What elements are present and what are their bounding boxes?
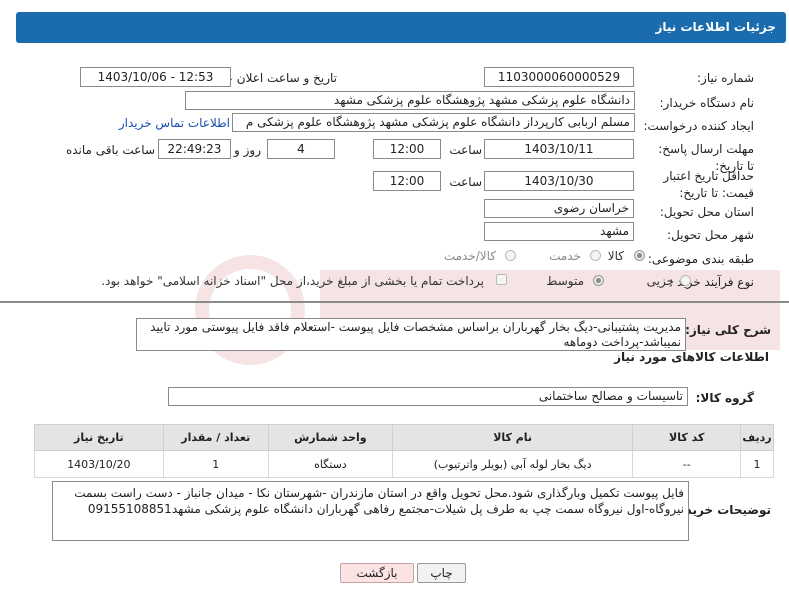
cell-need-date: 1403/10/20	[34, 450, 164, 478]
category-radio-goods[interactable]	[634, 250, 645, 261]
col-quantity: تعداد / مقدار	[162, 424, 269, 451]
deadline-date-field: 1403/10/11	[484, 139, 634, 159]
col-unit: واحد شمارش	[267, 424, 393, 451]
page-header: جزئیات اطلاعات نیاز	[16, 12, 786, 43]
price-validity-time-label: ساعت	[449, 175, 482, 189]
process-option-minor: جزیی	[646, 274, 674, 288]
col-need-date: تاریخ نیاز	[34, 424, 164, 451]
need-number-field: 1103000060000529	[484, 67, 634, 87]
goods-table: ردیف کد کالا نام کالا واحد شمارش تعداد /…	[34, 424, 774, 478]
province-label: استان محل تحویل:	[659, 205, 754, 219]
category-label: طبقه بندی موضوعی:	[647, 252, 754, 266]
section-divider	[0, 301, 789, 303]
price-validity-date-field: 1403/10/30	[484, 171, 634, 191]
price-validity-time-field: 12:00	[373, 171, 441, 191]
back-button[interactable]: بازگشت	[340, 563, 414, 583]
treasury-payment-checkbox[interactable]	[496, 274, 507, 285]
goods-group-field: تاسیسات و مصالح ساختمانی	[168, 387, 688, 406]
col-code: کد کالا	[632, 424, 742, 451]
category-radio-goods-service[interactable]	[505, 250, 516, 261]
deadline-time-label: ساعت	[449, 143, 482, 157]
price-validity-label: حداقل تاریخ اعتبار قیمت: تا تاریخ:	[663, 169, 754, 200]
announce-date-field: 1403/10/06 - 12:53	[80, 67, 231, 87]
buyer-org-label: نام دستگاه خریدار:	[659, 96, 755, 110]
cell-quantity: 1	[162, 450, 269, 478]
goods-group-label: گروه کالا:	[695, 391, 754, 405]
creator-field: مسلم اربابی کارپرداز دانشگاه علوم پزشکی …	[232, 113, 635, 132]
need-number-label: شماره نیاز:	[697, 71, 754, 85]
page-title: جزئیات اطلاعات نیاز	[655, 20, 776, 34]
goods-table-header: ردیف کد کالا نام کالا واحد شمارش تعداد /…	[34, 424, 774, 451]
print-button[interactable]: چاپ	[417, 563, 466, 583]
creator-label: ایجاد کننده درخواست:	[643, 119, 754, 133]
category-radio-service[interactable]	[590, 250, 601, 261]
process-radio-medium[interactable]	[593, 275, 604, 286]
need-summary-label: شرح کلی نیاز:	[685, 323, 771, 337]
table-row: 1 -- دیگ بخار لوله آبی (بویلر واترتیوب) …	[34, 450, 774, 478]
remaining-time-field: 22:49:23	[158, 139, 231, 159]
col-row: ردیف	[740, 424, 774, 451]
category-option-service: خدمت	[549, 249, 581, 263]
city-label: شهر محل تحویل:	[667, 228, 754, 242]
process-option-medium: متوسط	[546, 274, 584, 288]
province-field: خراسان رضوی	[484, 199, 634, 218]
category-option-goods-service: کالا/خدمت	[443, 249, 496, 263]
goods-section-title: اطلاعات کالاهای مورد نیاز	[614, 350, 769, 364]
buyer-org-field: دانشگاه علوم پزشکی مشهد پژوهشگاه علوم پز…	[185, 91, 635, 110]
cell-code: --	[632, 450, 742, 478]
category-option-goods: کالا	[607, 249, 624, 263]
cell-unit: دستگاه	[267, 450, 393, 478]
treasury-payment-text: پرداخت تمام یا بخشی از مبلغ خرید،از محل …	[101, 274, 484, 288]
city-field: مشهد	[484, 222, 634, 241]
need-summary-field: مدیریت پشتیبانی-دیگ بخار گهرباران براساس…	[136, 318, 686, 351]
remaining-days-field: 4	[267, 139, 335, 159]
buyer-contact-link[interactable]: اطلاعات تماس خریدار	[119, 116, 230, 130]
process-radio-minor[interactable]	[680, 275, 691, 286]
cell-name: دیگ بخار لوله آبی (بویلر واترتیوب)	[391, 450, 634, 478]
buyer-notes-field: فایل پیوست تکمیل وبارگذاری شود.محل تحویل…	[52, 481, 689, 541]
cell-row: 1	[740, 450, 774, 478]
col-name: نام کالا	[391, 424, 634, 451]
days-label: روز و	[234, 143, 261, 157]
deadline-time-field: 12:00	[373, 139, 441, 159]
remaining-time-label: ساعت باقی مانده	[65, 143, 155, 157]
